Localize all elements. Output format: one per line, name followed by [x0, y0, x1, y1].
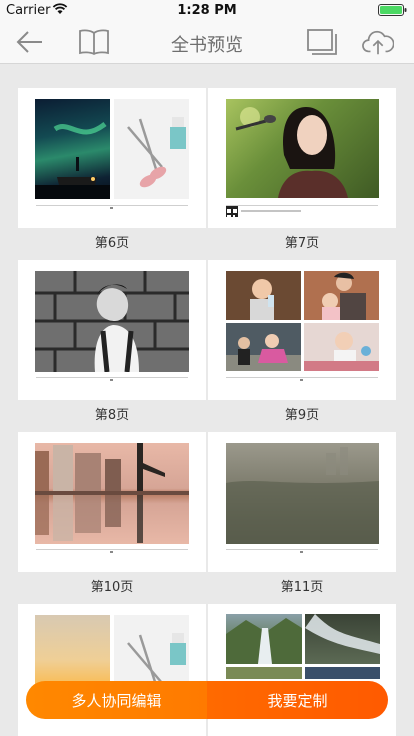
page-baseline [226, 205, 378, 206]
status-time: 1:28 PM [177, 3, 237, 18]
lake-photo [305, 667, 380, 679]
page-thumbnail[interactable] [208, 88, 396, 228]
city-reflection-photo [35, 443, 189, 544]
caption-text-line [241, 210, 301, 212]
page-label: 第11页 [280, 580, 324, 595]
pages-button[interactable] [306, 26, 338, 58]
page-thumbnail[interactable] [208, 260, 396, 400]
page-thumbnail[interactable] [208, 432, 396, 572]
customize-button[interactable]: 我要定制 [207, 681, 388, 719]
page-stack-icon [307, 29, 337, 55]
page-label: 第8页 [94, 408, 130, 423]
page-number-dot [110, 379, 113, 381]
bottom-action-bar: 多人协同编辑 我要定制 [26, 681, 388, 719]
cloud-upload-icon [362, 30, 394, 55]
qr-code-icon [226, 205, 238, 217]
page-label: 第10页 [90, 580, 134, 595]
waterfall-photo [226, 614, 302, 664]
status-bar: Carrier 1:28 PM [0, 0, 414, 20]
nav-bar: 全书预览 [0, 20, 414, 64]
stream-photo [305, 614, 380, 664]
singer-photo [226, 99, 379, 198]
page-thumbnail[interactable] [18, 260, 206, 400]
page-thumbnail[interactable] [18, 432, 206, 572]
page-number-dot [110, 551, 113, 553]
page-baseline [226, 377, 378, 378]
page-label: 第7页 [284, 236, 320, 251]
page-thumbnail[interactable] [18, 88, 206, 228]
page-baseline [36, 377, 188, 378]
scissors-photo [114, 99, 189, 199]
page-number-dot [300, 551, 303, 553]
baby-photo [226, 271, 301, 320]
page-baseline [36, 549, 188, 550]
page-number-dot [300, 379, 303, 381]
foggy-landscape-photo [226, 443, 379, 544]
baby-toy-photo [304, 323, 379, 371]
upload-button[interactable] [362, 26, 394, 58]
battery-icon [378, 4, 408, 16]
page-baseline [36, 205, 188, 206]
collaborate-button[interactable]: 多人协同编辑 [26, 681, 207, 719]
portrait-man-photo [35, 271, 189, 372]
aurora-photo [35, 99, 110, 199]
page-title: 全书预览 [171, 35, 243, 56]
page-label: 第9页 [284, 408, 320, 423]
forest-photo [226, 667, 302, 679]
page-label: 第6页 [94, 236, 130, 251]
page-number-dot [110, 207, 113, 209]
mother-baby-photo [304, 271, 379, 320]
page-grid: 第6页 第7页 第8页 第9页 第10页 第11页 [0, 64, 414, 736]
page-baseline [226, 549, 378, 550]
baby-outdoor-photo [226, 323, 301, 371]
